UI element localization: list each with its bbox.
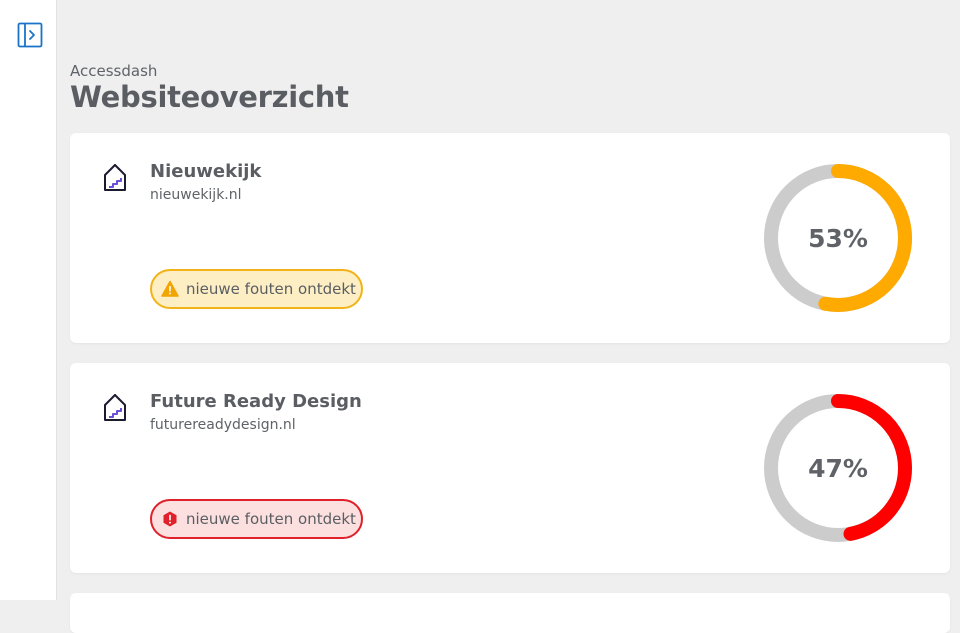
site-card[interactable]: [70, 593, 950, 633]
site-name[interactable]: Nieuwekijk: [150, 161, 261, 182]
warning-triangle-icon: [161, 280, 179, 297]
sidebar: [0, 0, 57, 600]
page-title: Websiteoverzicht: [70, 80, 349, 114]
site-url: futurereadydesign.nl: [150, 417, 296, 433]
score-gauge: 53%: [762, 162, 914, 314]
sidebar-expand-icon[interactable]: [17, 22, 43, 48]
score-value: 53%: [808, 223, 868, 253]
site-name[interactable]: Future Ready Design: [150, 391, 362, 412]
score-value: 47%: [808, 453, 868, 483]
score-gauge: 47%: [762, 392, 914, 544]
house-stairs-icon: [104, 394, 126, 421]
status-badge-label: nieuwe fouten ontdekt: [186, 510, 356, 528]
status-badge-label: nieuwe fouten ontdekt: [186, 280, 356, 298]
site-card[interactable]: Nieuwekijk nieuwekijk.nl nieuwe fouten o…: [70, 133, 950, 343]
status-badge[interactable]: nieuwe fouten ontdekt: [150, 499, 363, 539]
site-url: nieuwekijk.nl: [150, 187, 242, 203]
site-card[interactable]: Future Ready Design futurereadydesign.nl…: [70, 363, 950, 573]
house-stairs-icon: [104, 164, 126, 191]
main-content: Accessdash Websiteoverzicht Nieuwekijk n…: [70, 0, 950, 633]
app-name: Accessdash: [70, 62, 158, 80]
error-octagon-icon: [163, 511, 177, 527]
status-badge[interactable]: nieuwe fouten ontdekt: [150, 269, 363, 309]
